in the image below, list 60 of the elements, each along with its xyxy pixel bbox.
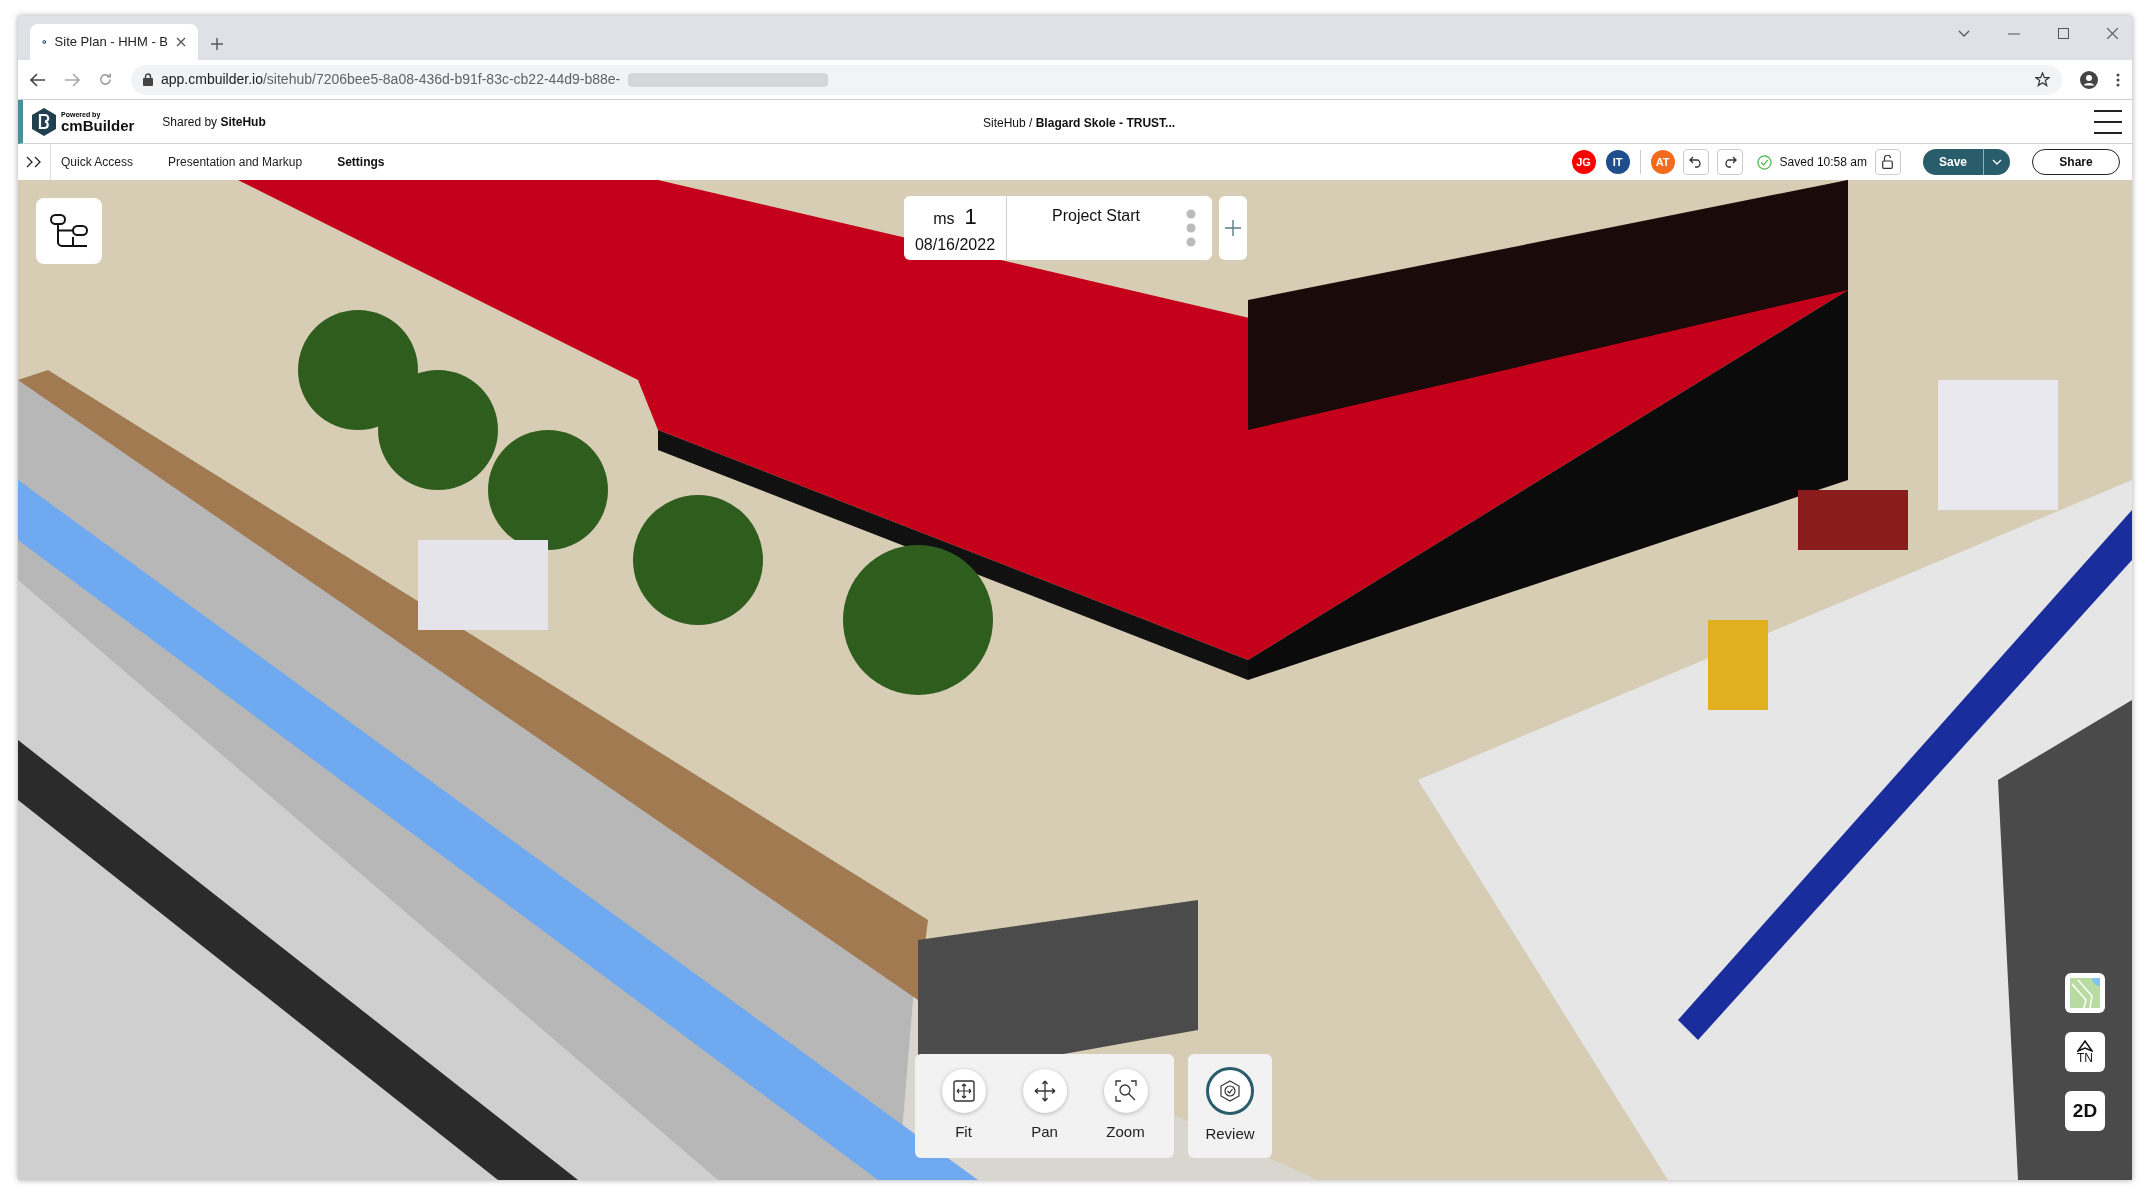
review-icon (1206, 1066, 1254, 1115)
view-mode-button[interactable]: 2D (2065, 1091, 2105, 1131)
user-avatar[interactable]: IT (1605, 150, 1630, 174)
milestone-title: Project Start (1052, 206, 1141, 226)
pan-icon (1022, 1068, 1067, 1113)
menu-tab[interactable]: Settings (337, 153, 385, 171)
shared-by-text: Shared by SiteHub (162, 113, 266, 131)
user-avatar[interactable]: JG (1571, 150, 1596, 174)
lock-icon (143, 73, 153, 86)
menu-icon[interactable] (2094, 108, 2122, 135)
undo-icon (1688, 156, 1703, 168)
save-options-button[interactable] (1983, 149, 2010, 175)
tree-view-button[interactable] (36, 198, 102, 264)
plus-icon (1225, 220, 1241, 236)
redo-button[interactable] (1716, 149, 1743, 175)
back-arrow-icon[interactable] (30, 72, 46, 87)
maximize-icon[interactable] (2058, 28, 2069, 39)
vertical-dots-icon[interactable] (1186, 209, 1196, 247)
reload-icon[interactable] (98, 72, 113, 87)
tab-title: Site Plan - HHM - B (54, 33, 168, 52)
caret-icon (1992, 159, 2002, 165)
milestone-card[interactable]: ms 1 08/16/2022 Project Start (904, 196, 1212, 260)
view-tool-button[interactable]: Zoom (1103, 1068, 1148, 1144)
close-icon[interactable] (2107, 28, 2118, 39)
review-button[interactable]: Review (1188, 1054, 1272, 1158)
new-tab-icon[interactable] (210, 37, 224, 51)
double-chevron-icon[interactable] (26, 156, 42, 168)
star-icon[interactable] (2035, 72, 2050, 87)
zoom-icon (1103, 1068, 1148, 1113)
redo-icon (1722, 156, 1737, 168)
check-circle-icon (1756, 154, 1772, 170)
share-button[interactable]: Share (2032, 149, 2120, 175)
add-milestone-button[interactable] (1219, 196, 1247, 260)
address-bar[interactable]: app.cmbuilder.io/sitehub/7206bee5-8a08-436d-b91f-83c-cb22-44d9-b88e- (131, 64, 2062, 95)
unlock-icon (1882, 155, 1894, 169)
undo-button[interactable] (1682, 149, 1709, 175)
url-text: app.cmbuilder.io/sitehub/7206bee5-8a08-436d-b91f-83c-cb22-44d9-b88e- (161, 70, 621, 89)
view-tool-button[interactable]: Pan (1022, 1068, 1067, 1144)
lock-button[interactable] (1874, 149, 1901, 175)
map-icon (2070, 978, 2100, 1008)
milestone-number: 1 (964, 202, 977, 231)
fit-icon (941, 1068, 986, 1113)
compass-button[interactable]: TN (2065, 1032, 2105, 1072)
menu-tab[interactable]: Presentation and Markup (168, 153, 303, 171)
milestone-date: 08/16/2022 (914, 234, 996, 255)
account-icon[interactable] (2080, 70, 2098, 89)
close-icon[interactable] (176, 37, 186, 47)
menu-tab[interactable]: Quick Access (61, 153, 134, 171)
milestone-label: ms (933, 208, 955, 229)
brand-name: cmBuilder (61, 117, 135, 133)
north-arrow-icon (2077, 1040, 2093, 1052)
browser-tab[interactable]: Site Plan - HHM - B (30, 24, 198, 60)
breadcrumb: SiteHub / Blagard Skole - TRUST... (983, 115, 1176, 132)
logo-hexagon-icon (31, 106, 57, 137)
hierarchy-icon (50, 214, 88, 248)
more-menu-icon[interactable] (2116, 72, 2120, 87)
chevron-down-icon[interactable] (1958, 29, 1970, 38)
saved-status: Saved 10:58 am (1779, 154, 1867, 171)
view-tool-button[interactable]: Fit (941, 1068, 986, 1144)
save-button[interactable]: Save (1922, 149, 1983, 175)
